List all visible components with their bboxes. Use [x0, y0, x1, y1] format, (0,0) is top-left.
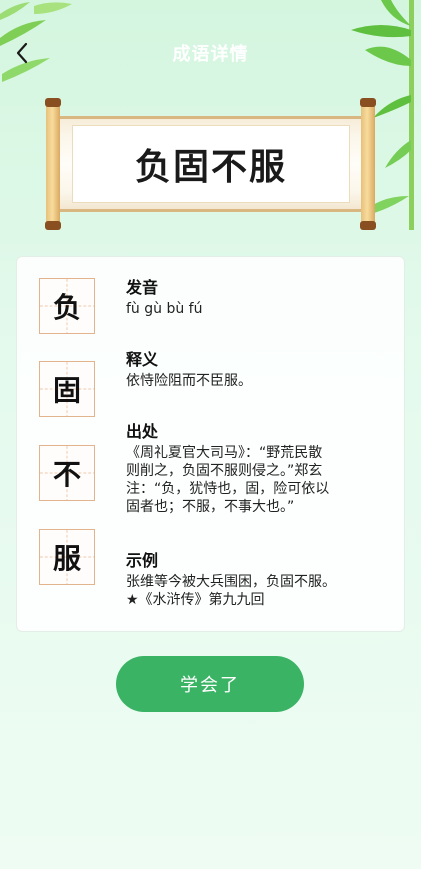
header: 成语详情 — [0, 0, 421, 230]
meaning-section: 释义 依恃险阻而不臣服。 — [126, 349, 394, 390]
idiom-char: 负 — [52, 291, 81, 324]
source-label: 出处 — [126, 422, 159, 441]
example-text-line: 张维等今被大兵围困，负固不服。 — [126, 574, 336, 590]
char-box-4: 服 — [39, 529, 95, 585]
page-title: 成语详情 — [172, 44, 249, 65]
scroll-paper: 负固不服 — [58, 116, 364, 212]
example-section: 示例 张维等今被大兵围困，负固不服。 ★《水浒传》第九九回 — [126, 550, 394, 609]
pinyin-section: 发音 fù gù bù fú — [126, 277, 394, 318]
meaning-text: 依恃险阻而不臣服。 — [126, 373, 252, 389]
scroll-inner: 负固不服 — [72, 125, 350, 203]
pinyin-label: 发音 — [126, 278, 159, 297]
char-box-1: 负 — [39, 278, 95, 334]
scroll-rod-left — [45, 98, 61, 230]
idiom-scroll-banner: 负固不服 — [42, 98, 379, 230]
learned-button[interactable]: 学会了 — [116, 656, 304, 712]
idiom-char: 不 — [52, 458, 81, 491]
idiom-char: 固 — [52, 374, 81, 407]
char-box-2: 固 — [39, 361, 95, 417]
scroll-rod-right — [360, 98, 376, 230]
source-section: 出处 《周礼夏官大司马》：“野荒民散 则削之，负固不服则侵之。”郑玄 注：“负，… — [126, 421, 394, 516]
source-text-line: 《周礼夏官大司马》：“野荒民散 — [126, 445, 323, 461]
idiom-detail-card: 负 固 不 服 发音 fù gù bù fú 释义 依恃险阻而不臣服。 出处 《… — [16, 256, 405, 632]
meaning-label: 释义 — [126, 350, 159, 369]
char-box-3: 不 — [39, 445, 95, 501]
source-text-line: 注：“负，犹恃也，固，险可依以 — [126, 481, 330, 497]
source-text-line: 固者也；不服，不事大也。” — [126, 499, 295, 515]
example-label: 示例 — [126, 551, 159, 570]
pinyin-text: fù gù bù fú — [126, 301, 203, 317]
idiom-title: 负固不服 — [134, 147, 287, 188]
source-text-line: 则削之，负固不服则侵之。”郑玄 — [126, 463, 323, 479]
example-text-line: ★《水浒传》第九九回 — [126, 592, 265, 608]
idiom-char: 服 — [52, 542, 81, 575]
